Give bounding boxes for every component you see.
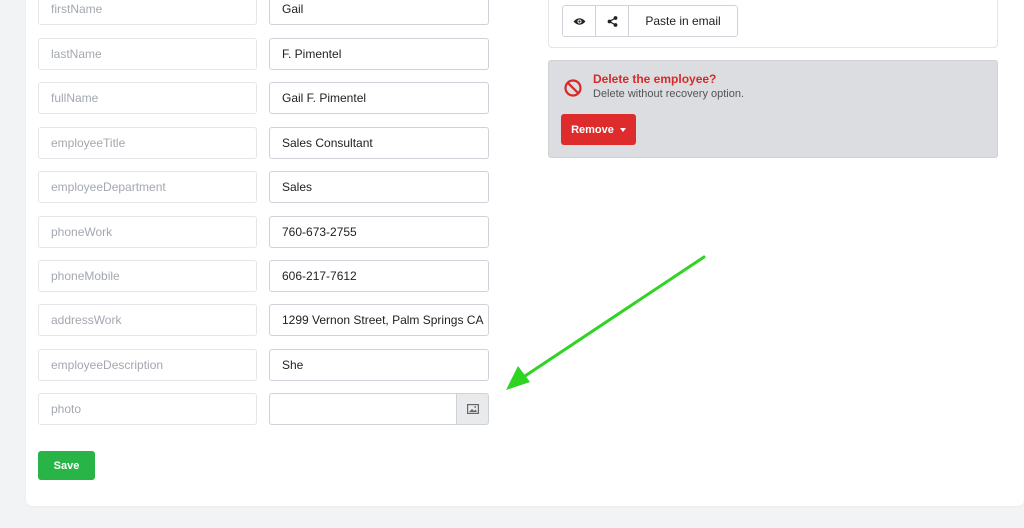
field-value-input[interactable]: 606-217-7612 [269,260,489,292]
photo-upload-button[interactable] [456,393,489,425]
delete-description: Delete without recovery option. [593,88,745,100]
paste-in-email-button[interactable]: Paste in email [629,6,737,36]
remove-button[interactable]: Remove [561,114,636,145]
form-row: employeeTitle Sales Consultant [38,127,489,159]
field-key-input[interactable]: fullName [38,82,257,114]
share-button-group: Paste in email [562,5,738,37]
form-row: phoneWork 760-673-2755 [38,216,489,248]
share-card: Paste in email [548,0,998,48]
field-key-input[interactable]: phoneWork [38,216,257,248]
field-value-input[interactable]: 760-673-2755 [269,216,489,248]
form-row: employeeDescription She [38,349,489,381]
form-row: lastName F. Pimentel [38,38,489,70]
field-key-input[interactable]: employeeDepartment [38,171,257,203]
save-button[interactable]: Save [38,451,95,480]
image-icon [466,404,479,414]
form-row: addressWork 1299 Vernon Street, Palm Spr… [38,304,489,336]
field-value-input[interactable]: She [269,349,489,381]
delete-title: Delete the employee? [593,72,717,86]
share-icon [607,15,617,27]
eye-icon [573,17,585,25]
field-key-input[interactable]: addressWork [38,304,257,336]
field-value-input[interactable]: 1299 Vernon Street, Palm Springs CA [269,304,489,336]
field-key-input[interactable]: employeeDescription [38,349,257,381]
field-value-input[interactable]: F. Pimentel [269,38,489,70]
caret-down-icon [619,127,626,132]
field-value-input[interactable]: Sales [269,171,489,203]
ban-icon [564,79,582,97]
form-row: fullName Gail F. Pimentel [38,82,489,114]
view-button[interactable] [563,6,596,36]
delete-employee-card: Delete the employee? Delete without reco… [548,60,998,158]
arrow-icon [506,255,706,390]
form-row: firstName Gail [38,0,489,25]
field-key-input[interactable]: phoneMobile [38,260,257,292]
form-row: phoneMobile 606-217-7612 [38,260,489,292]
field-value-input[interactable]: Gail F. Pimentel [269,82,489,114]
form-row: employeeDepartment Sales [38,171,489,203]
remove-label: Remove [571,123,614,136]
field-value-input[interactable]: Sales Consultant [269,127,489,159]
field-key-input[interactable]: photo [38,393,257,425]
photo-value-input[interactable] [269,393,456,425]
field-key-input[interactable]: employeeTitle [38,127,257,159]
field-key-input[interactable]: lastName [38,38,257,70]
field-value-input[interactable]: Gail [269,0,489,25]
share-button[interactable] [596,6,629,36]
field-key-input[interactable]: firstName [38,0,257,25]
form-row-photo: photo [38,393,489,425]
